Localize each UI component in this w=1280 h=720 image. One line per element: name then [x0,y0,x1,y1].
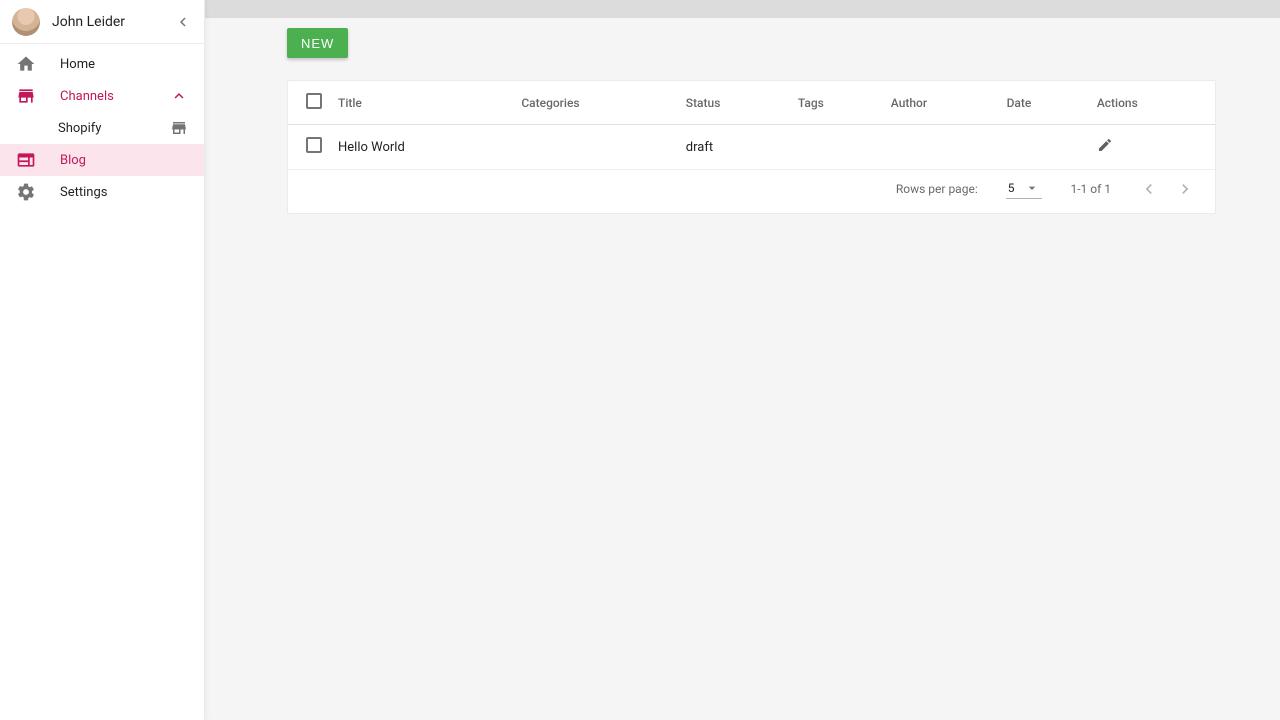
cell-title: Hello World [330,125,513,170]
topbar [205,0,1280,18]
header-select-all [288,81,330,125]
header-status[interactable]: Status [678,81,790,125]
dropdown-icon [1024,180,1040,196]
row-checkbox[interactable] [306,137,322,153]
data-table-card: Title Categories Status Tags Author Date… [287,80,1216,214]
cell-actions [1089,125,1215,170]
main: NEW Title Categories Status Tags Author … [205,0,1280,720]
pager [1139,179,1195,199]
cell-author [883,125,999,170]
rows-per-page-value: 5 [1008,181,1015,195]
cell-date [999,125,1089,170]
cell-categories [513,125,677,170]
rows-per-page-label: Rows per page: [896,182,978,196]
header-categories[interactable]: Categories [513,81,677,125]
table-row[interactable]: Hello World draft [288,125,1215,170]
nav-item-blog[interactable]: Blog [0,144,204,176]
cell-tags [790,125,883,170]
header-title[interactable]: Title [330,81,513,125]
new-button[interactable]: NEW [287,28,348,58]
content: NEW Title Categories Status Tags Author … [205,18,1280,720]
storefront-icon [170,119,188,137]
avatar[interactable] [12,8,40,36]
edit-button[interactable] [1097,137,1113,153]
chevron-right-icon [1175,179,1195,199]
sidebar-header: John Leider [0,0,204,44]
nav-item-label: Shopify [58,121,101,136]
nav-item-label: Channels [60,89,114,104]
home-icon [16,54,36,74]
web-icon [16,150,36,170]
collapse-sidebar-button[interactable] [174,13,192,31]
next-page-button[interactable] [1175,179,1195,199]
cell-status: draft [678,125,790,170]
chevron-left-icon [1139,179,1159,199]
prev-page-button[interactable] [1139,179,1159,199]
nav-item-label: Home [60,57,95,72]
store-icon [16,86,36,106]
nav-item-label: Settings [60,185,107,200]
nav-item-shopify[interactable]: Shopify [0,112,204,144]
chevron-up-icon [170,87,188,105]
sidebar: John Leider Home Channels [0,0,205,720]
table-header-row: Title Categories Status Tags Author Date… [288,81,1215,125]
header-tags[interactable]: Tags [790,81,883,125]
header-author[interactable]: Author [883,81,999,125]
pencil-icon [1097,137,1113,153]
select-all-checkbox[interactable] [306,93,322,109]
nav-item-channels[interactable]: Channels [0,80,204,112]
nav-item-label: Blog [60,153,86,168]
data-table: Title Categories Status Tags Author Date… [288,81,1215,170]
header-date[interactable]: Date [999,81,1089,125]
pagination-range: 1-1 of 1 [1070,182,1111,196]
chevron-left-icon [174,13,192,31]
table-footer: Rows per page: 5 1-1 of 1 [288,170,1215,213]
rows-per-page-select[interactable]: 5 [1006,178,1043,199]
nav-item-settings[interactable]: Settings [0,176,204,208]
gear-icon [16,182,36,202]
nav-item-home[interactable]: Home [0,48,204,80]
nav-list: Home Channels Shopify [0,44,204,212]
user-name: John Leider [52,14,162,30]
header-actions: Actions [1089,81,1215,125]
